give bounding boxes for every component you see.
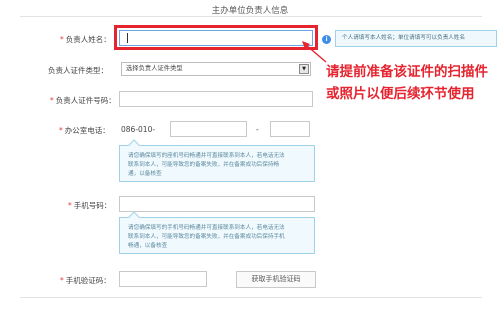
mobile-input[interactable] <box>119 196 315 212</box>
hint-pointer <box>128 139 140 151</box>
sms-code-input[interactable] <box>119 271 207 287</box>
annotation-note: 请提前准备该证件的扫描件 或照片以便后续环节使用 <box>326 61 488 105</box>
hint-line: 联系到本人，可能导致您的备案失败，并在备案成功后保持手机 <box>128 234 285 240</box>
required-mark: * <box>59 126 63 135</box>
name-tip: 个人请填写本人姓名；单位请填写可以负责人姓名 <box>335 30 497 47</box>
info-icon: i <box>322 35 331 44</box>
id-number-label: * 负责人证件号码： <box>50 96 116 105</box>
hint-line: 通，以备核查 <box>128 171 162 177</box>
office-phone-number-input[interactable] <box>170 121 247 137</box>
annotation-line: 请提前准备该证件的扫描件 <box>326 64 488 80</box>
sms-code-label: * 手机验证码： <box>60 276 111 285</box>
hint-line: 联系到本人，可能导致您的备案失败，并在备案成功后保持畅 <box>128 162 280 168</box>
office-phone-extension-input[interactable] <box>270 121 310 137</box>
annotation-line: 或照片以便后续环节使用 <box>326 86 475 102</box>
id-type-select[interactable]: 选择负责人证件类型 ▼ <box>121 62 311 76</box>
required-mark: * <box>60 35 64 44</box>
phone-prefix: 086-010- <box>121 125 156 134</box>
mobile-label: * 手机号码： <box>68 201 112 210</box>
office-phone-label: * 办公室电话： <box>59 126 110 135</box>
mobile-hint: 请您确保填写的手机号码畅通并可直接联系到本人，若电话无法 联系到本人，可能导致您… <box>119 211 315 254</box>
divider <box>20 16 482 17</box>
id-number-input[interactable] <box>119 91 313 107</box>
required-mark: * <box>50 96 54 105</box>
hint-line: 请您确保填写的手机号码畅通并可直接联系到本人，若电话无法 <box>128 225 285 231</box>
required-mark: * <box>60 276 64 285</box>
required-mark: * <box>68 201 72 210</box>
hint-line: 畅通，以备核查 <box>128 243 168 249</box>
section-title: 主办单位负责人信息 <box>211 6 289 16</box>
name-label: * 负责人姓名： <box>60 35 111 44</box>
office-phone-hint: 请您确保填写的座机号码畅通并可直接联系到本人，若电话无法 联系到本人，可能导致您… <box>119 139 315 182</box>
chevron-down-icon[interactable]: ▼ <box>299 64 309 74</box>
phone-separator: - <box>256 125 259 134</box>
id-type-label: 负责人证件类型： <box>48 66 108 75</box>
get-sms-code-button[interactable]: 获取手机验证码 <box>236 271 316 288</box>
hint-pointer <box>128 211 140 223</box>
divider <box>20 297 482 298</box>
highlight-box <box>114 25 318 50</box>
hint-line: 请您确保填写的座机号码畅通并可直接联系到本人，若电话无法 <box>128 153 285 159</box>
id-type-selected: 选择负责人证件类型 <box>126 65 183 72</box>
